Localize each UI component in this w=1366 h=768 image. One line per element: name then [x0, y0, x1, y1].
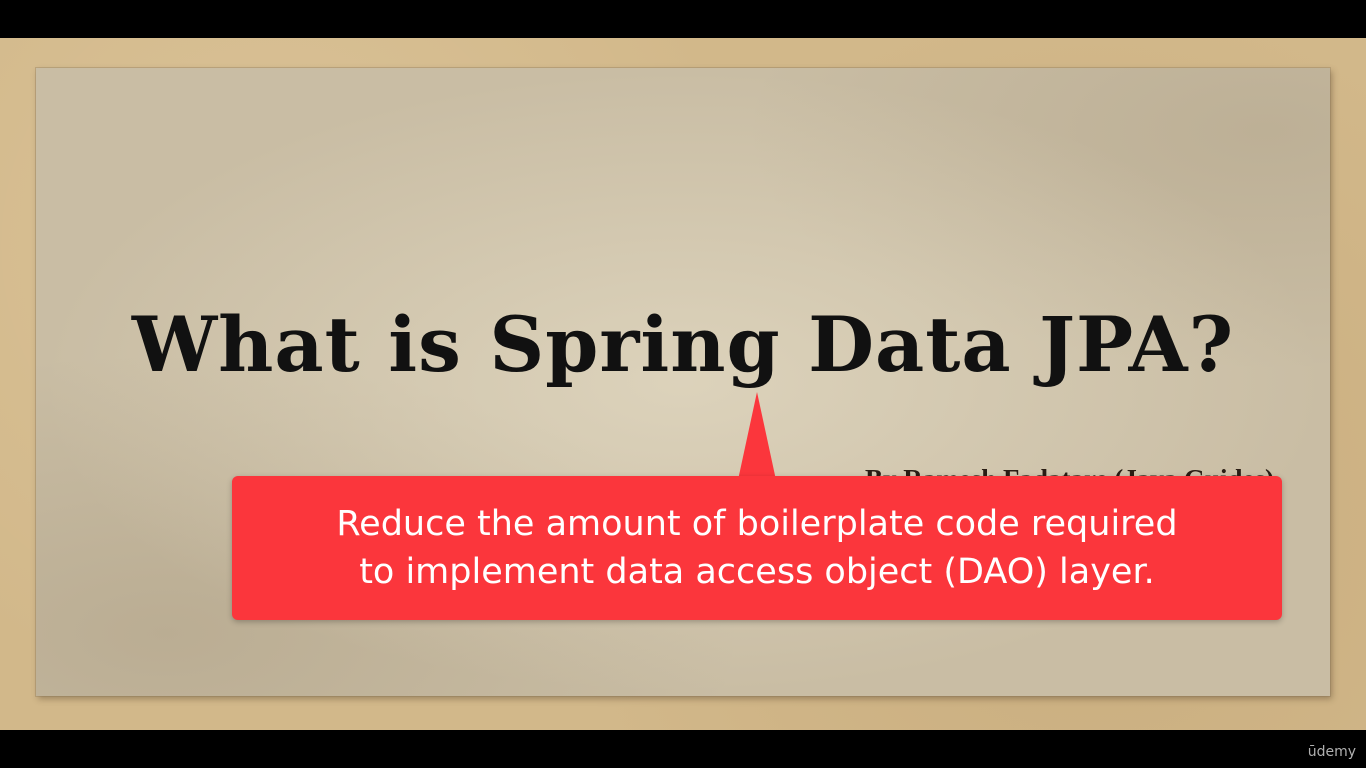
callout-line-1: Reduce the amount of boilerplate code re…: [336, 504, 1178, 544]
callout-line-2: to implement data access object (DAO) la…: [359, 552, 1155, 592]
letterbox-top: [0, 0, 1366, 38]
callout-box: Reduce the amount of boilerplate code re…: [232, 476, 1282, 620]
callout-pointer: [738, 392, 776, 480]
letterbox-bottom: [0, 730, 1366, 768]
callout-text: Reduce the amount of boilerplate code re…: [324, 500, 1189, 596]
slide-title: What is Spring Data JPA?: [131, 300, 1235, 389]
udemy-logo: ūdemy: [1307, 744, 1356, 760]
slide-background: What is Spring Data JPA? By Ramesh Fadat…: [0, 38, 1366, 730]
video-frame[interactable]: What is Spring Data JPA? By Ramesh Fadat…: [0, 0, 1366, 768]
